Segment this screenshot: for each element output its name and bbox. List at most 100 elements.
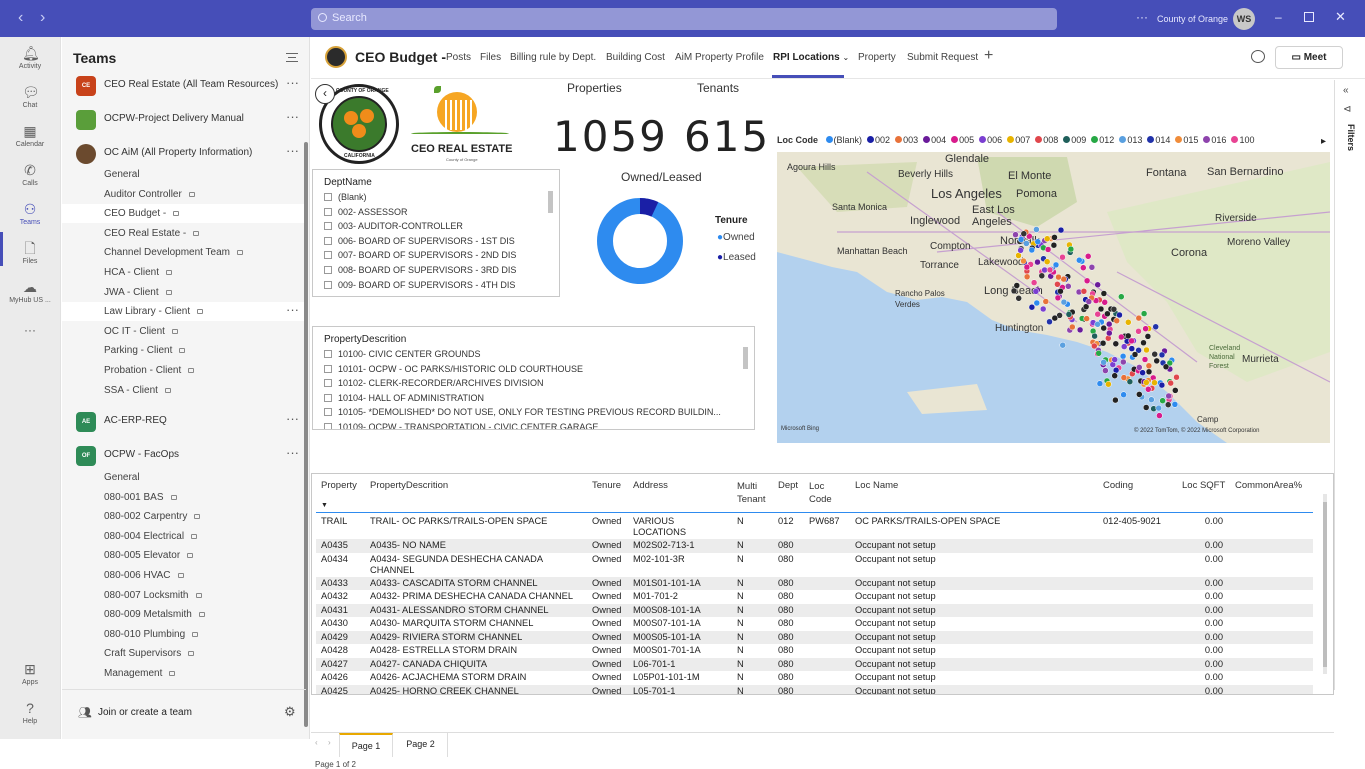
- table-scrollbar[interactable]: [1323, 494, 1327, 674]
- checkbox[interactable]: [324, 251, 332, 260]
- location-marker[interactable]: [1033, 226, 1040, 233]
- channel-item[interactable]: General: [62, 165, 306, 184]
- location-marker[interactable]: [1118, 293, 1125, 300]
- slicer-option[interactable]: 10104- HALL OF ADMINISTRATION: [324, 393, 484, 403]
- conversation-icon[interactable]: [1251, 50, 1265, 63]
- channel-item[interactable]: 080-002 Carpentry: [62, 507, 306, 526]
- location-marker[interactable]: [1140, 339, 1147, 347]
- channel-item[interactable]: Probation - Client: [62, 361, 306, 380]
- location-marker[interactable]: [1143, 379, 1150, 386]
- channel-item[interactable]: 080-007 Locksmith: [62, 586, 306, 605]
- location-markers[interactable]: [777, 152, 1330, 443]
- location-marker[interactable]: [1083, 315, 1090, 322]
- rail-activity[interactable]: 🔔︎ Activity: [0, 45, 65, 70]
- checkbox[interactable]: [324, 408, 332, 417]
- location-marker[interactable]: [1023, 273, 1031, 281]
- slicer-option[interactable]: 10101- OCPW - OC PARKS/HISTORIC OLD COUR…: [324, 364, 583, 374]
- location-marker[interactable]: [1118, 333, 1125, 341]
- location-marker[interactable]: [1067, 245, 1075, 253]
- location-marker[interactable]: [1165, 392, 1172, 400]
- location-marker[interactable]: [1043, 258, 1051, 265]
- location-marker[interactable]: [1105, 380, 1112, 388]
- location-marker[interactable]: [1145, 362, 1153, 370]
- checkbox[interactable]: [324, 193, 332, 201]
- slicer-option[interactable]: 007- BOARD OF SUPERVISORS - 2ND DIS: [324, 250, 516, 260]
- location-marker[interactable]: [1054, 281, 1061, 288]
- location-marker[interactable]: [1096, 380, 1104, 387]
- back-arrow-icon[interactable]: ‹: [315, 84, 335, 104]
- slicer-option[interactable]: 003- AUDITOR-CONTROLLER: [324, 221, 463, 231]
- checkbox[interactable]: [324, 207, 332, 216]
- col-loc-sqft[interactable]: Loc SQFT: [1182, 480, 1225, 491]
- location-marker[interactable]: [1135, 314, 1143, 322]
- legend-item[interactable]: (Blank): [834, 135, 863, 145]
- table-row[interactable]: A0426 A0426- ACJACHEMA STORM DRAIN Owned L0…: [316, 671, 1313, 685]
- page-tab-2[interactable]: Page 2: [394, 733, 448, 757]
- location-marker[interactable]: [1055, 273, 1062, 281]
- back-icon[interactable]: ‹: [18, 9, 23, 27]
- location-marker[interactable]: [1120, 343, 1128, 350]
- legend-item[interactable]: 004: [931, 135, 946, 145]
- prev-page-icon[interactable]: ‹: [315, 738, 318, 747]
- location-marker[interactable]: [1013, 282, 1021, 289]
- more-options-icon[interactable]: ···: [1136, 10, 1148, 24]
- table-row[interactable]: A0425 A0425- HORNO CREEK CHANNEL Owned L05-…: [316, 684, 1313, 694]
- legend-item[interactable]: 014: [1155, 135, 1170, 145]
- location-marker[interactable]: [1091, 332, 1098, 340]
- more-icon[interactable]: ···: [286, 302, 299, 317]
- legend-item[interactable]: 005: [959, 135, 974, 145]
- channel-item[interactable]: SSA - Client: [62, 381, 306, 400]
- location-marker[interactable]: [1010, 287, 1018, 295]
- minimize-icon[interactable]: –: [1275, 10, 1282, 24]
- location-marker[interactable]: [1164, 401, 1172, 408]
- col-tenure[interactable]: Tenure: [592, 480, 621, 491]
- location-marker[interactable]: [1060, 298, 1068, 306]
- location-marker[interactable]: [1110, 306, 1118, 313]
- channel-item[interactable]: OC IT - Client: [62, 322, 306, 341]
- location-marker[interactable]: [1128, 337, 1135, 345]
- dept-slicer[interactable]: DeptName (Blank) 002- ASSESSOR 003- AUDITO…: [312, 169, 560, 297]
- location-marker[interactable]: [1104, 310, 1111, 318]
- location-marker[interactable]: [1140, 310, 1148, 317]
- location-marker[interactable]: [1080, 288, 1088, 295]
- location-marker[interactable]: [1112, 366, 1120, 374]
- location-marker[interactable]: [1028, 303, 1036, 311]
- location-marker[interactable]: [1034, 238, 1042, 245]
- checkbox[interactable]: [324, 379, 332, 388]
- channel-item[interactable]: Law Library - Client ···: [62, 302, 306, 322]
- rail-myhub[interactable]: ☁ MyHub US ...: [0, 279, 65, 304]
- channel-item[interactable]: Management: [62, 664, 306, 683]
- slicer-option[interactable]: 002- ASSESSOR: [324, 207, 408, 217]
- table-row[interactable]: A0433 A0433- CASCADITA STORM CHANNEL Owned…: [316, 576, 1313, 590]
- location-marker[interactable]: [1094, 310, 1101, 318]
- team-ocpw-project-delivery[interactable]: OCPW-Project Delivery Manual ···: [62, 108, 306, 132]
- table-row[interactable]: A0430 A0430- MARQUITA STORM CHANNEL Owned M…: [316, 617, 1313, 631]
- search-input[interactable]: Search: [311, 8, 1057, 30]
- checkbox[interactable]: [324, 236, 332, 245]
- location-marker[interactable]: [1080, 264, 1087, 271]
- location-marker[interactable]: [1039, 305, 1047, 313]
- channel-item[interactable]: CEO Real Estate -: [62, 224, 306, 243]
- location-marker[interactable]: [1105, 320, 1113, 328]
- slicer-option[interactable]: 10109- OCPW - TRANSPORTATION - CIVIC CEN…: [324, 422, 598, 429]
- location-marker[interactable]: [1135, 328, 1142, 335]
- location-marker[interactable]: [1051, 234, 1058, 241]
- location-marker[interactable]: [1151, 350, 1158, 358]
- location-marker[interactable]: [1097, 305, 1105, 313]
- checkbox[interactable]: [324, 266, 332, 274]
- tab-posts[interactable]: Posts: [446, 52, 471, 63]
- location-marker[interactable]: [1125, 319, 1132, 326]
- location-marker[interactable]: [1111, 372, 1118, 379]
- location-marker[interactable]: [1112, 396, 1119, 404]
- avatar[interactable]: WS: [1233, 8, 1255, 30]
- legend-item[interactable]: 013: [1127, 135, 1142, 145]
- legend-item[interactable]: 100: [1239, 135, 1254, 145]
- location-marker[interactable]: [1015, 295, 1022, 302]
- location-marker[interactable]: [1041, 266, 1048, 274]
- legend-item[interactable]: 008: [1043, 135, 1058, 145]
- location-marker[interactable]: [1065, 283, 1072, 290]
- owned-leased-donut[interactable]: [595, 196, 685, 286]
- location-marker[interactable]: [1099, 339, 1107, 347]
- col-address[interactable]: Address: [633, 480, 668, 491]
- legend-item[interactable]: 012: [1099, 135, 1114, 145]
